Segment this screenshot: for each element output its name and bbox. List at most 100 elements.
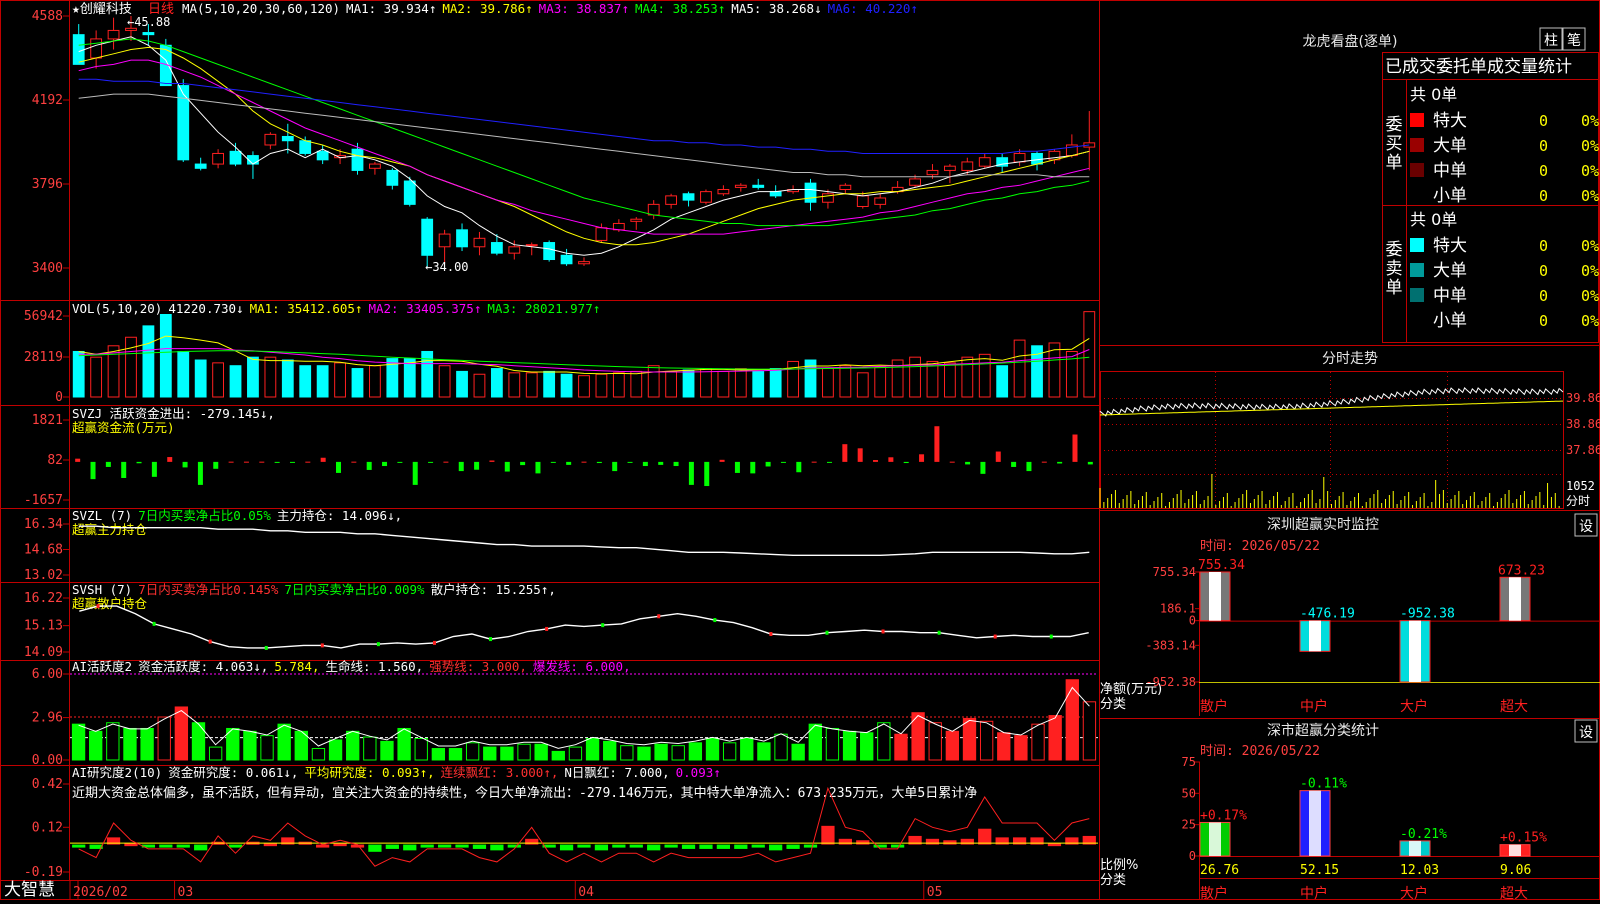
ai2-bar (208, 746, 223, 761)
mon-unit2: 分类 (1100, 697, 1126, 712)
volume-bar (212, 362, 225, 398)
cls-category: 散户 (1200, 885, 1228, 900)
svsh-marker (320, 643, 324, 648)
cls-category: 中户 (1300, 885, 1328, 900)
ai2-bar (123, 727, 137, 761)
volume-bar (456, 370, 468, 398)
mon-value-label: 673.23 (1498, 563, 1545, 578)
svsh-marker (489, 637, 493, 642)
lhb-sell-row-percent: 0% (1581, 237, 1599, 255)
vol-ylabel: 0 (55, 390, 63, 405)
lhb-buy-row-count: 0 (1539, 187, 1548, 205)
fs-ylabel: 37.86 (1566, 443, 1600, 457)
svzj-bar (474, 461, 480, 470)
svzj-bar (443, 461, 449, 463)
svsh-marker (376, 642, 380, 647)
svzj-bar (750, 461, 756, 474)
volume-bar (769, 368, 782, 398)
ai2-bar (688, 742, 703, 761)
cls-value-label: 52.15 (1300, 863, 1339, 878)
svzj-bar (274, 461, 280, 463)
svzj-bar (995, 451, 1001, 462)
candle-body (72, 34, 85, 65)
legend-text: MA3: 28021.977↑ (487, 301, 600, 316)
ma-line-ma2 (78, 46, 1090, 246)
volume-bar (72, 350, 85, 398)
mon-value-label: -476.19 (1300, 607, 1355, 622)
volume-bar (752, 370, 765, 398)
stock-chart-svg[interactable]: 4588419237963400★创耀科技 日线 MA(5,10,20,30,60,… (0, 0, 1600, 902)
mon-settings-label: 设 (1579, 519, 1593, 535)
cls-change-label: +0.15% (1500, 831, 1547, 846)
candle-body (769, 191, 782, 197)
ai3-bar (612, 844, 626, 848)
mon-bar-highlight (1209, 572, 1221, 621)
svsh-marker (601, 623, 605, 628)
ai2-bar (191, 722, 206, 761)
svsh-marker (657, 614, 661, 619)
lhb-sell-row-name: 小单 (1433, 311, 1467, 331)
ai3-bar (403, 844, 417, 851)
low-label: ←34.00 (425, 260, 468, 274)
ai3-bar (385, 844, 399, 849)
ai2-bar (414, 738, 428, 761)
svzj-bar (704, 461, 710, 487)
lhb-sell-swatch (1410, 288, 1424, 302)
volume-bar (281, 359, 294, 398)
ai2-bar (654, 743, 668, 761)
cls-time: 时间: 2026/05/22 (1200, 744, 1320, 759)
volume-bar (508, 372, 521, 398)
volume-bar (490, 368, 503, 398)
candle-body (560, 254, 573, 265)
ai3-bar (594, 844, 609, 851)
svsh-marker (825, 630, 829, 635)
ai3-bar (420, 844, 434, 848)
ai3-bar (786, 844, 800, 849)
candle-body (578, 261, 590, 265)
fs-avg-line (1099, 400, 1563, 416)
ai2-bar (534, 743, 548, 761)
ai2-bar (483, 746, 497, 761)
candle-body (978, 157, 991, 167)
svzj-bar (888, 457, 894, 462)
fs-vol-label2: 分时 (1566, 494, 1590, 508)
volume-bar (909, 356, 921, 398)
svzj-bar (734, 461, 740, 473)
svzj-bar (167, 457, 173, 462)
volume-bar (787, 360, 799, 398)
svzj-bar (75, 458, 81, 462)
svzj-bar (780, 461, 786, 463)
svsh-marker (152, 621, 156, 626)
lhb-buy-row-count: 0 (1539, 112, 1548, 130)
ai2-bar (1082, 701, 1097, 761)
svzj-bar (1041, 461, 1047, 463)
candle-body (1031, 152, 1043, 165)
candle-body (856, 195, 869, 207)
svzj-bar (796, 461, 802, 473)
candle-body (299, 140, 312, 154)
legend-text: 生命线: 1.560, (325, 659, 423, 674)
legend-text: 爆发线: 6.000, (533, 659, 631, 674)
ai2-bar (979, 720, 994, 761)
svzj-bar (289, 461, 295, 463)
candle-body (1013, 152, 1026, 163)
svzj-bar (826, 461, 832, 463)
legend-text: MA5: 38.268↓ (731, 1, 821, 16)
cls-change-label: -0.11% (1300, 777, 1347, 792)
ai2-ylabel: 2.96 (32, 711, 63, 726)
ai3-bar (159, 844, 173, 848)
ai3-bar (699, 844, 713, 849)
svzj-bar (627, 461, 633, 463)
svsh-marker (937, 630, 941, 635)
legend-text: SVZJ 活跃资金进出: -279.145↓, (72, 406, 275, 421)
price-ylabel: 4192 (32, 93, 63, 108)
candle-body (316, 150, 329, 161)
ai3-bar (455, 844, 469, 848)
lhb-sell-row-count: 0 (1539, 262, 1548, 280)
svsh-ylabel: 14.09 (24, 645, 63, 660)
chart-root[interactable]: 4588 4192 3796 3400 ★创耀科技 日线 MA(5,10,20,30,60,… (0, 0, 1600, 902)
svzj-bar (842, 444, 848, 462)
lhb-sell-total: 共 0单 (1410, 210, 1457, 229)
ai2-bar (740, 738, 754, 761)
volume-bar (630, 370, 643, 398)
